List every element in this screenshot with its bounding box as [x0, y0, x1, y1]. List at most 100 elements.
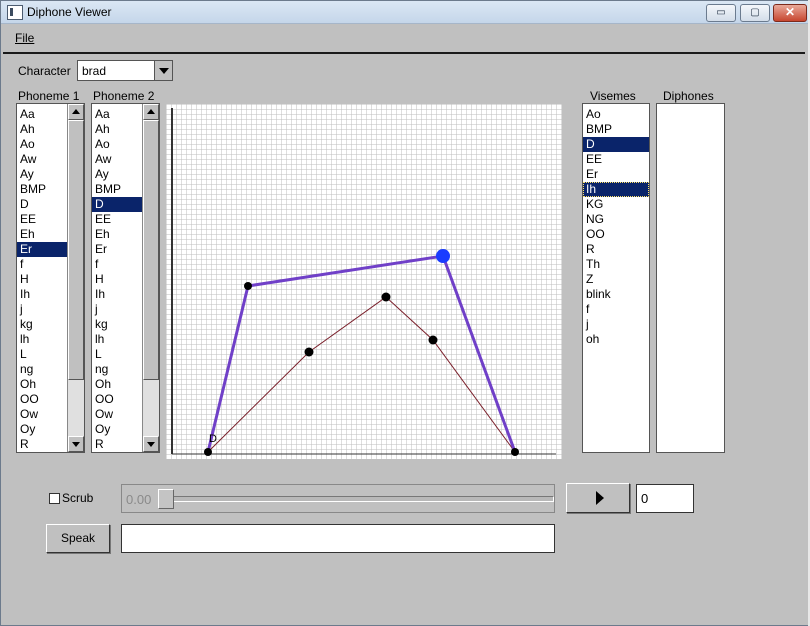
list-item[interactable]: D	[583, 137, 649, 152]
list-item[interactable]: oh	[583, 332, 649, 347]
list-item[interactable]: R	[17, 437, 67, 452]
list-item[interactable]: BMP	[583, 122, 649, 137]
list-item[interactable]: kg	[17, 317, 67, 332]
list-item[interactable]: Oy	[92, 422, 142, 437]
list-item[interactable]: Ay	[17, 167, 67, 182]
scroll-up-icon[interactable]	[68, 104, 84, 120]
list-item[interactable]: Oh	[17, 377, 67, 392]
maximize-button[interactable]: ▢	[740, 4, 770, 22]
curve-point[interactable]	[204, 448, 212, 456]
curve-point[interactable]	[428, 335, 438, 345]
scroll-down-icon[interactable]	[143, 436, 159, 452]
list-item[interactable]: j	[583, 317, 649, 332]
play-icon	[596, 491, 604, 505]
list-item[interactable]: Ih	[583, 182, 649, 197]
list-item[interactable]: Ow	[17, 407, 67, 422]
list-item[interactable]: BMP	[17, 182, 67, 197]
list-item[interactable]: KG	[583, 197, 649, 212]
list-item[interactable]: Ay	[92, 167, 142, 182]
list-item[interactable]: NG	[583, 212, 649, 227]
list-item[interactable]: OO	[17, 392, 67, 407]
play-button[interactable]	[566, 483, 630, 513]
scroll-up-icon[interactable]	[143, 104, 159, 120]
list-item[interactable]: Ao	[92, 137, 142, 152]
list-item[interactable]: EE	[92, 212, 142, 227]
list-item[interactable]: L	[17, 347, 67, 362]
diphones-list[interactable]	[656, 103, 725, 453]
curve-point[interactable]	[381, 292, 391, 302]
list-item[interactable]: EE	[583, 152, 649, 167]
list-item[interactable]: kg	[92, 317, 142, 332]
menu-file[interactable]: File	[15, 31, 34, 45]
list-item[interactable]: Aa	[17, 107, 67, 122]
curve-point[interactable]	[244, 282, 252, 290]
slider-thumb[interactable]	[158, 489, 174, 509]
slider-track[interactable]	[160, 496, 554, 502]
scroll-thumb[interactable]	[68, 120, 84, 380]
list-item[interactable]: Ah	[17, 122, 67, 137]
list-item[interactable]: R	[583, 242, 649, 257]
list-item[interactable]: Th	[583, 257, 649, 272]
list-item[interactable]: OO	[92, 392, 142, 407]
scrub-checkbox[interactable]	[49, 493, 60, 504]
list-item[interactable]: D	[17, 197, 67, 212]
list-item[interactable]: Z	[583, 272, 649, 287]
list-item[interactable]: j	[92, 302, 142, 317]
list-item[interactable]: Er	[92, 242, 142, 257]
list-item[interactable]: Ao	[583, 107, 649, 122]
list-item[interactable]: Ih	[17, 287, 67, 302]
list-item[interactable]: ng	[92, 362, 142, 377]
list-item[interactable]: Er	[583, 167, 649, 182]
list-item[interactable]: Ih	[92, 287, 142, 302]
list-item[interactable]: Oy	[17, 422, 67, 437]
list-item[interactable]: EE	[17, 212, 67, 227]
scroll-down-icon[interactable]	[68, 436, 84, 452]
list-item[interactable]: Ow	[92, 407, 142, 422]
list-item[interactable]: lh	[17, 332, 67, 347]
curve-point[interactable]	[511, 448, 519, 456]
list-item[interactable]: D	[92, 197, 142, 212]
scrub-slider[interactable]: 0.00	[121, 484, 555, 513]
title-bar[interactable]: Diphone Viewer ▭ ▢ ✕	[1, 1, 809, 24]
curve-point[interactable]	[304, 347, 314, 357]
minimize-button[interactable]: ▭	[706, 4, 736, 22]
phoneme2-list[interactable]: Aa Ah Ao Aw Ay BMP D EE Eh Er f H Ih j kg lh Lng Oh OO Ow Oy…	[91, 103, 160, 453]
character-combo[interactable]: brad	[77, 60, 173, 81]
list-item[interactable]: Aw	[92, 152, 142, 167]
list-item[interactable]: f	[583, 302, 649, 317]
speak-text-input[interactable]	[121, 524, 555, 553]
list-item[interactable]: ng	[17, 362, 67, 377]
list-item[interactable]: R	[92, 437, 142, 452]
character-value: brad	[82, 64, 107, 78]
phoneme1-list[interactable]: Aa Ah Ao Aw Ay BMP D EE Eh Er f H Ih j kg lh Lng Oh OO Ow Oy…	[16, 103, 85, 453]
list-item[interactable]: BMP	[92, 182, 142, 197]
list-item[interactable]: Aw	[17, 152, 67, 167]
phoneme1-scrollbar[interactable]	[67, 104, 84, 452]
list-item[interactable]: H	[92, 272, 142, 287]
speak-button[interactable]: Speak	[46, 524, 110, 553]
curve-editor[interactable]: D	[166, 104, 562, 459]
list-item[interactable]: Eh	[92, 227, 142, 242]
list-item[interactable]: f	[92, 257, 142, 272]
scroll-thumb[interactable]	[143, 120, 159, 380]
phoneme2-scrollbar[interactable]	[142, 104, 159, 452]
active-curve-point[interactable]	[436, 249, 450, 263]
curve-editor-svg[interactable]: D	[166, 104, 562, 459]
list-item[interactable]: Ah	[92, 122, 142, 137]
list-item[interactable]: Ao	[17, 137, 67, 152]
list-item[interactable]: lh	[92, 332, 142, 347]
list-item[interactable]: f	[17, 257, 67, 272]
list-item[interactable]: H	[17, 272, 67, 287]
visemes-list[interactable]: Ao BMP D EE Er Ih KG NG OO R Th Zblink f j oh	[582, 103, 650, 453]
list-item[interactable]: blink	[583, 287, 649, 302]
list-item[interactable]: j	[17, 302, 67, 317]
list-item[interactable]: Aa	[92, 107, 142, 122]
list-item[interactable]: OO	[583, 227, 649, 242]
chevron-down-icon[interactable]	[154, 61, 172, 80]
frame-field[interactable]: 0	[636, 484, 694, 513]
list-item[interactable]: Oh	[92, 377, 142, 392]
list-item[interactable]: L	[92, 347, 142, 362]
list-item[interactable]: Eh	[17, 227, 67, 242]
close-button[interactable]: ✕	[773, 4, 807, 22]
list-item[interactable]: Er	[17, 242, 67, 257]
